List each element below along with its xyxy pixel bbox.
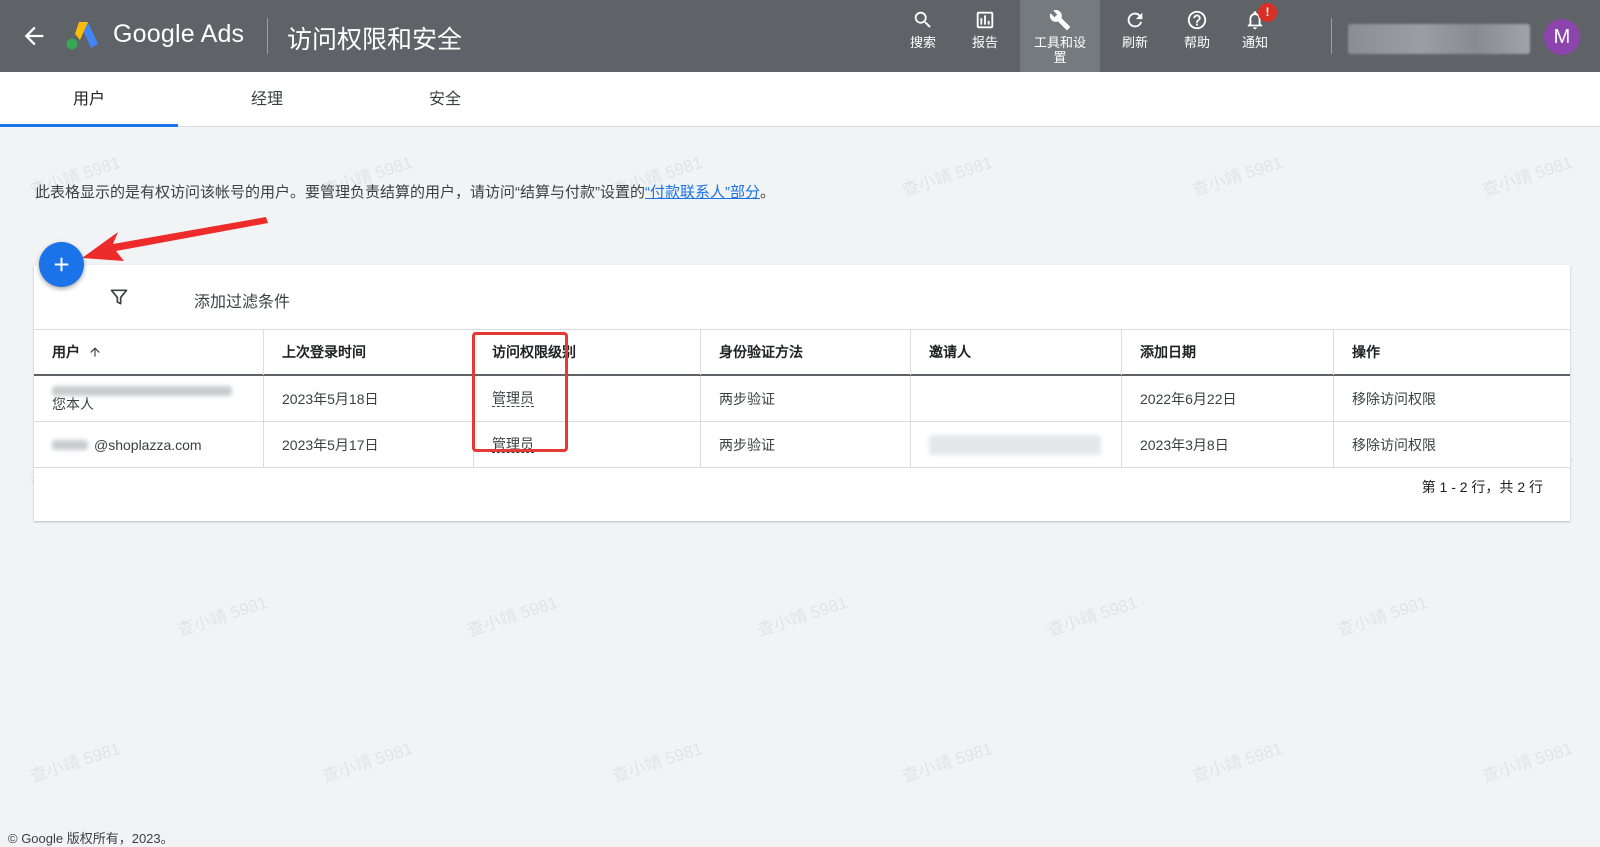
remove-access-button[interactable]: 移除访问权限 — [1333, 376, 1570, 421]
tab-bar: 用户 经理 安全 — [0, 72, 1600, 127]
notifications-label: 通知 — [1241, 35, 1268, 50]
watermark: 查小靖 5981 — [899, 738, 995, 786]
watermark: 查小靖 5981 — [319, 738, 415, 786]
reports-button[interactable]: 报告 — [958, 0, 1012, 72]
tab-users[interactable]: 用户 — [0, 72, 178, 127]
payment-contacts-link[interactable]: “付款联系人”部分 — [645, 184, 760, 201]
avatar[interactable]: M — [1544, 19, 1580, 55]
add-filter-button[interactable]: 添加过滤条件 — [194, 288, 290, 312]
auth-method-cell: 两步验证 — [700, 376, 910, 421]
auth-method-cell: 两步验证 — [700, 422, 910, 467]
reports-label: 报告 — [971, 35, 998, 50]
watermark: 查小靖 5981 — [1189, 152, 1285, 200]
watermark: 查小靖 5981 — [464, 592, 560, 640]
wrench-icon — [1049, 10, 1071, 31]
brand-name: Google Ads — [113, 20, 245, 48]
column-header-inviter[interactable]: 邀请人 — [910, 330, 1121, 375]
sort-ascending-icon — [90, 347, 100, 357]
search-label: 搜索 — [909, 35, 936, 50]
help-button[interactable]: 帮助 — [1170, 0, 1224, 72]
redacted-email — [52, 385, 232, 396]
refresh-button[interactable]: 刷新 — [1108, 0, 1162, 72]
google-ads-logo-icon — [66, 20, 100, 50]
watermark: 查小靖 5981 — [1189, 738, 1285, 786]
inviter-cell — [910, 376, 1121, 421]
watermark: 查小靖 5981 — [1044, 592, 1140, 640]
page-title: 访问权限和安全 — [287, 26, 463, 54]
footer-copyright: © Google 版权所有，2023。 — [8, 831, 174, 846]
watermark: 查小靖 5981 — [754, 592, 850, 640]
column-header-user[interactable]: 用户 — [34, 330, 263, 375]
user-note: 您本人 — [52, 395, 94, 412]
date-added-cell: 2023年3月8日 — [1121, 422, 1333, 467]
remove-access-button[interactable]: 移除访问权限 — [1333, 422, 1570, 467]
pagination-summary: 第 1 - 2 行，共 2 行 — [1421, 479, 1543, 495]
watermark: 查小靖 5981 — [899, 152, 995, 200]
plus-icon — [54, 257, 69, 272]
header-divider-right — [1331, 18, 1332, 54]
tab-managers[interactable]: 经理 — [178, 72, 356, 127]
add-user-button[interactable] — [39, 242, 84, 287]
redacted-inviter — [929, 434, 1101, 455]
back-arrow-icon[interactable] — [20, 22, 48, 50]
tools-settings-label: 工具和设置 — [1033, 35, 1086, 65]
filter-icon[interactable] — [109, 287, 129, 312]
help-label: 帮助 — [1183, 35, 1210, 50]
user-cell: @shoplazza.com — [34, 422, 263, 467]
column-header-auth-method[interactable]: 身份验证方法 — [700, 330, 910, 375]
description: 此表格显示的是有权访问该帐号的用户。要管理负责结算的用户，请访问“结算与付款”设… — [35, 181, 775, 202]
search-icon — [914, 11, 931, 28]
date-added-cell: 2022年6月22日 — [1121, 376, 1333, 421]
refresh-icon — [1127, 12, 1143, 28]
watermark: 查小靖 5981 — [1479, 152, 1575, 200]
table-row: 您本人 2023年5月18日 管理员 两步验证 2022年6月22日 移除访问权… — [34, 376, 1570, 422]
description-suffix: 。 — [760, 184, 776, 201]
header-divider — [267, 18, 268, 54]
watermark: 查小靖 5981 — [1479, 738, 1575, 786]
column-header-label: 用户 — [52, 344, 80, 360]
user-cell: 您本人 — [34, 376, 263, 421]
notification-badge: ! — [1258, 3, 1277, 22]
column-header-actions: 操作 — [1333, 330, 1570, 375]
last-login-cell: 2023年5月18日 — [263, 376, 473, 421]
watermark: 查小靖 5981 — [27, 738, 123, 786]
notifications-button[interactable]: 通知 ! — [1228, 0, 1282, 72]
refresh-label: 刷新 — [1121, 35, 1148, 50]
column-header-date-added[interactable]: 添加日期 — [1121, 330, 1333, 375]
top-app-bar: Google Ads 访问权限和安全 搜索 报告 工具和设置 刷新 帮助 通知 … — [0, 0, 1600, 72]
report-icon — [976, 11, 994, 29]
help-icon — [1187, 10, 1207, 30]
table-header: 用户 上次登录时间 访问权限级别 身份验证方法 邀请人 添加日期 操作 — [34, 329, 1570, 376]
users-table-card: 添加过滤条件 用户 上次登录时间 访问权限级别 身份验证方法 邀请人 添加日期 … — [34, 265, 1570, 521]
access-level-highlight-box — [472, 332, 568, 452]
watermark: 查小靖 5981 — [609, 738, 705, 786]
column-header-last-login[interactable]: 上次登录时间 — [263, 330, 473, 375]
table-row: @shoplazza.com 2023年5月17日 管理员 两步验证 2023年… — [34, 422, 1570, 468]
account-info-redacted[interactable] — [1348, 24, 1530, 54]
watermark: 查小靖 5981 — [174, 592, 270, 640]
inviter-cell — [910, 422, 1121, 467]
user-email: @shoplazza.com — [94, 436, 202, 453]
red-arrow-annotation — [82, 217, 268, 261]
last-login-cell: 2023年5月17日 — [263, 422, 473, 467]
tools-settings-button[interactable]: 工具和设置 — [1020, 0, 1100, 72]
description-text: 此表格显示的是有权访问该帐号的用户。要管理负责结算的用户，请访问“结算与付款”设… — [35, 184, 645, 201]
watermark: 查小靖 5981 — [1334, 592, 1430, 640]
search-button[interactable]: 搜索 — [896, 0, 950, 72]
tab-security[interactable]: 安全 — [356, 72, 534, 127]
redacted-email-prefix — [52, 439, 88, 450]
